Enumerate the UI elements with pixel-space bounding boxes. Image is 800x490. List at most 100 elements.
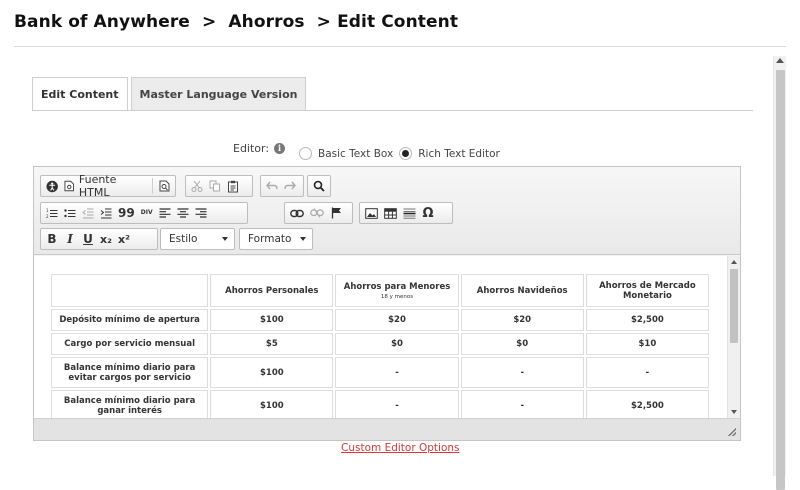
table-cell[interactable]: $20 [335, 309, 459, 331]
table-row: Cargo por servicio mensual $5 $0 $0 $10 [51, 333, 709, 355]
svg-text:1: 1 [46, 208, 49, 213]
radio-rich-text-editor[interactable] [399, 147, 413, 160]
source-document-icon [64, 180, 75, 192]
radio-basic-text-box[interactable] [299, 147, 312, 160]
format-dropdown[interactable]: Formato [239, 228, 313, 250]
table-header-row: Ahorros Personales Ahorros para Menores 1… [51, 274, 709, 307]
table-cell[interactable]: - [335, 390, 459, 418]
align-center-icon[interactable] [174, 204, 192, 222]
toolbar-group-paragraph: 12 99 DIV [40, 202, 248, 224]
create-div-icon[interactable]: DIV [138, 204, 156, 222]
table-header-cell[interactable]: Ahorros para Menores 18 y menos [335, 274, 459, 307]
align-right-icon[interactable] [192, 204, 210, 222]
editor-label-row: Editor: i [233, 142, 286, 155]
radio-basic-text-box-label[interactable]: Basic Text Box [318, 148, 393, 160]
chevron-down-icon [300, 237, 306, 241]
italic-icon[interactable]: I [61, 230, 79, 248]
editor-status-bar [34, 418, 740, 440]
editor-label: Editor: [233, 142, 270, 155]
editor-scrollbar[interactable] [727, 256, 740, 418]
redo-icon[interactable] [281, 177, 299, 195]
scroll-thumb[interactable] [776, 70, 785, 490]
breadcrumb-item-bank[interactable]: Bank of Anywhere [14, 12, 190, 32]
table-cell[interactable]: - [585, 357, 709, 388]
table-header-cell[interactable]: Ahorros Personales [210, 274, 334, 307]
table-cell[interactable]: - [460, 357, 584, 388]
breadcrumb: Bank of Anywhere > Ahorros > Edit Conten… [14, 12, 458, 32]
table-cell[interactable]: - [335, 357, 459, 388]
table-row: Balance mínimo diario para evitar cargos… [51, 357, 709, 388]
table-row: Depósito mínimo de apertura $100 $20 $20… [51, 309, 709, 331]
blockquote-icon[interactable]: 99 [115, 204, 138, 222]
unlink-icon[interactable] [307, 204, 327, 222]
align-left-icon[interactable] [156, 204, 174, 222]
special-character-icon[interactable]: Ω [419, 204, 437, 222]
table-cell[interactable]: $0 [335, 333, 459, 355]
image-icon[interactable] [362, 204, 381, 222]
table-header-cell[interactable]: Ahorros Navideños [460, 274, 584, 307]
table-cell[interactable]: $0 [460, 333, 584, 355]
editor-scroll-thumb[interactable] [730, 269, 738, 343]
toolbar-group-document: Fuente HTML [40, 173, 176, 199]
table-cell[interactable]: $5 [210, 333, 334, 355]
info-icon[interactable]: i [274, 143, 286, 154]
scroll-up-arrow-icon[interactable] [776, 58, 784, 63]
superscript-icon[interactable]: x² [115, 230, 133, 248]
source-html-label: Fuente HTML [78, 173, 117, 199]
accessibility-icon[interactable] [43, 177, 61, 195]
table-cell[interactable]: $100 [210, 390, 334, 418]
breadcrumb-item-ahorros[interactable]: Ahorros [228, 12, 304, 32]
table-cell[interactable]: - [460, 390, 584, 418]
table-header-cell[interactable]: Ahorros de Mercado Monetario [585, 274, 709, 307]
copy-icon[interactable] [206, 177, 224, 195]
savings-rates-table[interactable]: Ahorros Personales Ahorros para Menores 1… [49, 272, 711, 418]
header-title: Ahorros Personales [225, 285, 319, 296]
table-icon[interactable] [381, 204, 400, 222]
table-cell[interactable]: $2,500 [585, 309, 709, 331]
table-header-cell[interactable] [51, 274, 209, 307]
style-dropdown-label: Estilo [169, 233, 198, 245]
tab-edit-content[interactable]: Edit Content [32, 77, 128, 111]
anchor-flag-icon[interactable] [327, 204, 345, 222]
table-cell[interactable]: Balance mínimo diario para evitar cargos… [51, 357, 209, 388]
scroll-up-arrow-icon[interactable] [731, 260, 737, 264]
undo-icon[interactable] [263, 177, 281, 195]
resize-handle-icon[interactable] [728, 428, 736, 436]
table-cell[interactable]: Balance mínimo diario para ganar interés [51, 390, 209, 418]
subscript-icon[interactable]: x₂ [97, 230, 115, 248]
table-cell[interactable]: Cargo por servicio mensual [51, 333, 209, 355]
search-icon[interactable] [310, 177, 328, 195]
svg-text:2: 2 [46, 214, 49, 219]
cut-icon[interactable] [188, 177, 206, 195]
style-dropdown[interactable]: Estilo [160, 228, 235, 250]
outdent-icon[interactable] [79, 204, 97, 222]
scroll-down-arrow-icon[interactable] [731, 410, 737, 414]
link-icon[interactable] [287, 204, 307, 222]
page-scrollbar[interactable] [773, 56, 786, 490]
breadcrumb-separator: > [202, 12, 217, 32]
breadcrumb-separator: > [316, 12, 332, 32]
toolbar-separator [152, 178, 153, 194]
horizontal-rule-icon[interactable] [400, 204, 419, 222]
paste-icon[interactable] [224, 177, 242, 195]
source-html-button[interactable]: Fuente HTML [61, 173, 150, 199]
preview-icon[interactable] [155, 177, 173, 195]
table-cell[interactable]: Depósito mínimo de apertura [51, 309, 209, 331]
radio-rich-text-editor-label[interactable]: Rich Text Editor [418, 148, 500, 160]
table-cell[interactable]: $20 [460, 309, 584, 331]
underline-icon[interactable]: U [79, 230, 97, 248]
indent-icon[interactable] [97, 204, 115, 222]
custom-editor-options-link[interactable]: Custom Editor Options [341, 442, 460, 454]
rich-text-editor: Fuente HTML 1 2 99 DIV Ω B I U x₂ x² Est… [33, 166, 741, 441]
breadcrumb-item-edit-content: Edit Content [337, 12, 459, 32]
table-cell[interactable]: $100 [210, 357, 334, 388]
bold-icon[interactable]: B [43, 230, 61, 248]
header-title: Ahorros de Mercado Monetario [599, 280, 696, 301]
table-cell[interactable]: $2,500 [585, 390, 709, 418]
table-cell[interactable]: $10 [585, 333, 709, 355]
editor-content-area[interactable]: Ahorros Personales Ahorros para Menores 1… [34, 256, 740, 418]
table-cell[interactable]: $100 [210, 309, 334, 331]
tab-master-language-version[interactable]: Master Language Version [130, 77, 307, 110]
numbered-list-icon[interactable]: 12 [43, 204, 61, 222]
bulleted-list-icon[interactable] [61, 204, 79, 222]
